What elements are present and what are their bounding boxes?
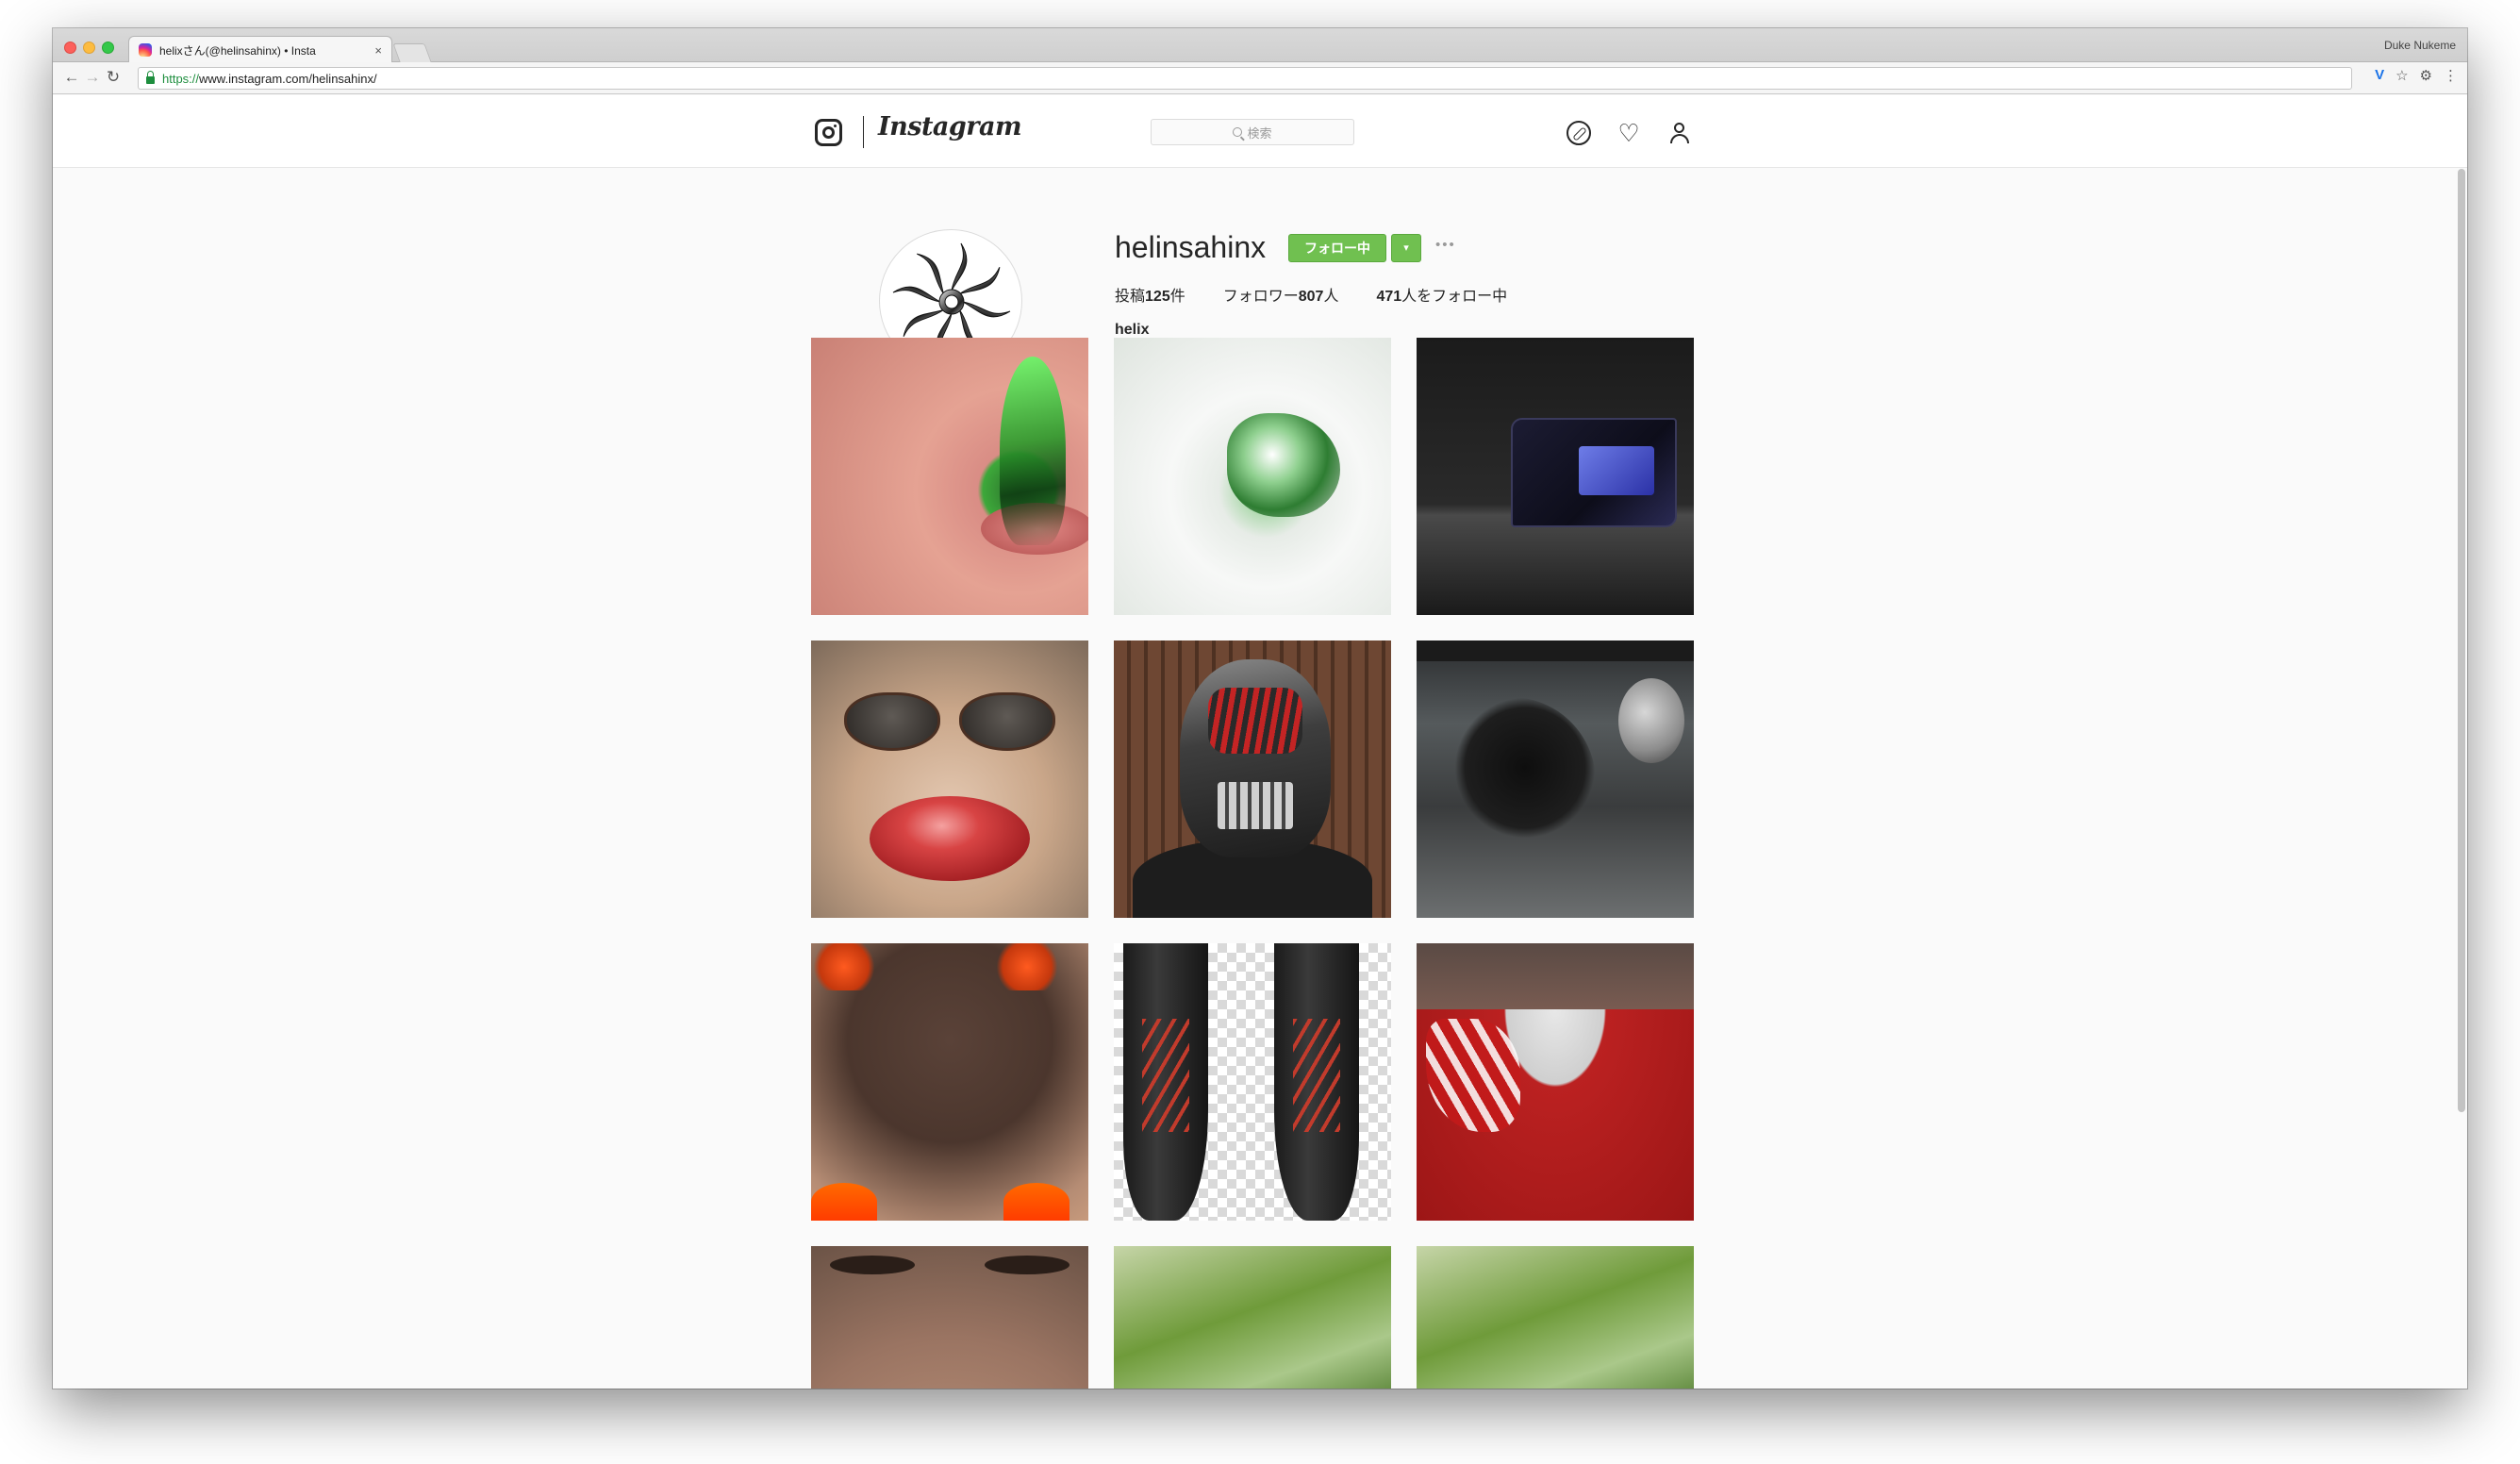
post-image-detail — [844, 692, 1055, 751]
close-window-button[interactable] — [64, 42, 76, 54]
more-options-icon[interactable]: ••• — [1435, 237, 1456, 253]
forward-button[interactable]: → — [81, 66, 104, 89]
post-thumbnail[interactable] — [1417, 1246, 1694, 1389]
post-image-detail — [1511, 418, 1677, 527]
minimize-window-button[interactable] — [83, 42, 95, 54]
reload-button[interactable]: ↻ — [102, 66, 124, 89]
post-image-detail — [994, 943, 1060, 990]
extension-settings-icon[interactable]: ⚙ — [2420, 67, 2432, 84]
page-scrollbar[interactable] — [2458, 169, 2465, 1112]
post-image-detail — [985, 1256, 1069, 1274]
post-image-detail — [1618, 678, 1684, 763]
browser-profile-name[interactable]: Duke Nukeme — [2384, 39, 2456, 52]
browser-tab[interactable]: helixさん(@helinsahinx) • Insta × — [128, 36, 392, 63]
post-thumbnail[interactable] — [811, 640, 1088, 918]
person-icon[interactable] — [1667, 121, 1692, 145]
post-thumbnail[interactable] — [811, 338, 1088, 615]
address-bar[interactable]: https:// www.instagram.com/helinsahinx/ — [138, 67, 2352, 90]
post-image-detail — [1180, 659, 1331, 857]
browser-toolbar: ← → ↻ https:// www.instagram.com/helinsa… — [53, 62, 2467, 94]
tab-title: helixさん(@helinsahinx) • Insta — [159, 43, 316, 58]
url-path: www.instagram.com/helinsahinx/ — [199, 71, 377, 86]
profile-full-name: helix — [1115, 322, 1150, 338]
browser-window: helixさん(@helinsahinx) • Insta × Duke Nuk… — [53, 28, 2467, 1389]
heart-icon[interactable]: ♡ — [1616, 121, 1641, 145]
instagram-header: Instagram 検索 ♡ — [53, 95, 2467, 168]
instagram-favicon-icon — [139, 43, 152, 57]
search-input[interactable]: 検索 — [1151, 119, 1354, 145]
posts-count: 投稿125件 — [1115, 283, 1185, 306]
following-count[interactable]: 471人をフォロー中 — [1376, 283, 1507, 306]
post-thumbnail[interactable] — [1417, 338, 1694, 615]
post-image-detail — [870, 796, 1030, 881]
bookmark-star-icon[interactable]: ☆ — [2396, 67, 2408, 84]
logo-divider — [863, 116, 864, 148]
post-image-detail — [1000, 357, 1066, 545]
post-thumbnail[interactable] — [1114, 943, 1391, 1221]
followers-count[interactable]: フォロワー807人 — [1223, 283, 1339, 306]
post-image-detail — [1123, 943, 1208, 1221]
post-image-detail — [1274, 943, 1359, 1221]
url-scheme: https:// — [162, 71, 200, 86]
post-image-detail — [1227, 413, 1340, 517]
compass-icon[interactable] — [1567, 121, 1591, 145]
following-label: 人をフォロー中 — [1401, 289, 1508, 305]
instagram-wordmark[interactable]: Instagram — [878, 112, 1022, 141]
post-image-detail — [830, 1256, 915, 1274]
browser-menu-icon[interactable]: ⋮ — [2444, 67, 2458, 84]
following-button[interactable]: フォロー中 — [1288, 234, 1386, 262]
post-thumbnail[interactable] — [1417, 943, 1694, 1221]
maximize-window-button[interactable] — [102, 42, 114, 54]
post-thumbnail[interactable] — [1114, 640, 1391, 918]
camera-icon[interactable] — [815, 119, 842, 146]
followers-unit: 人 — [1323, 289, 1339, 305]
tab-close-icon[interactable]: × — [374, 43, 382, 58]
posts-unit: 件 — [1169, 289, 1185, 305]
new-tab-button[interactable] — [392, 43, 432, 62]
followers-value: 807 — [1298, 289, 1324, 305]
post-thumbnail[interactable] — [1417, 640, 1694, 918]
back-button[interactable]: ← — [60, 66, 83, 89]
person-icon-head — [1674, 123, 1684, 133]
post-thumbnail[interactable] — [1114, 338, 1391, 615]
search-icon — [1233, 127, 1243, 137]
post-image-detail — [1454, 697, 1596, 839]
posts-grid — [811, 338, 1711, 1389]
post-image-detail — [811, 943, 877, 990]
post-thumbnail[interactable] — [811, 1246, 1088, 1389]
toolbar-icons: V ☆ ⚙ ⋮ — [2375, 67, 2458, 84]
suggestions-dropdown-button[interactable]: ▾ — [1391, 234, 1421, 262]
title-bar: helixさん(@helinsahinx) • Insta × Duke Nuk… — [53, 28, 2467, 63]
person-icon-body — [1670, 134, 1689, 143]
post-thumbnail[interactable] — [1114, 1246, 1391, 1389]
posts-label: 投稿 — [1115, 289, 1146, 305]
post-thumbnail[interactable] — [811, 943, 1088, 1221]
post-image-detail — [811, 1183, 877, 1221]
followers-label: フォロワー — [1222, 289, 1299, 305]
search-placeholder: 検索 — [1247, 125, 1272, 141]
post-image-detail — [1003, 1183, 1069, 1221]
following-value: 471 — [1376, 289, 1402, 305]
profile-username: helinsahinx — [1115, 230, 1267, 264]
lock-icon — [146, 70, 155, 84]
posts-value: 125 — [1145, 289, 1170, 305]
instagram-page: Instagram 検索 ♡ helinsahinx フォロー中 ▾ ••• 投… — [53, 95, 2467, 1389]
post-image-detail — [1417, 640, 1694, 661]
profile-stats: 投稿125件 フォロワー807人 471人をフォロー中 — [1115, 283, 1507, 306]
extension-icon[interactable]: V — [2375, 67, 2384, 84]
